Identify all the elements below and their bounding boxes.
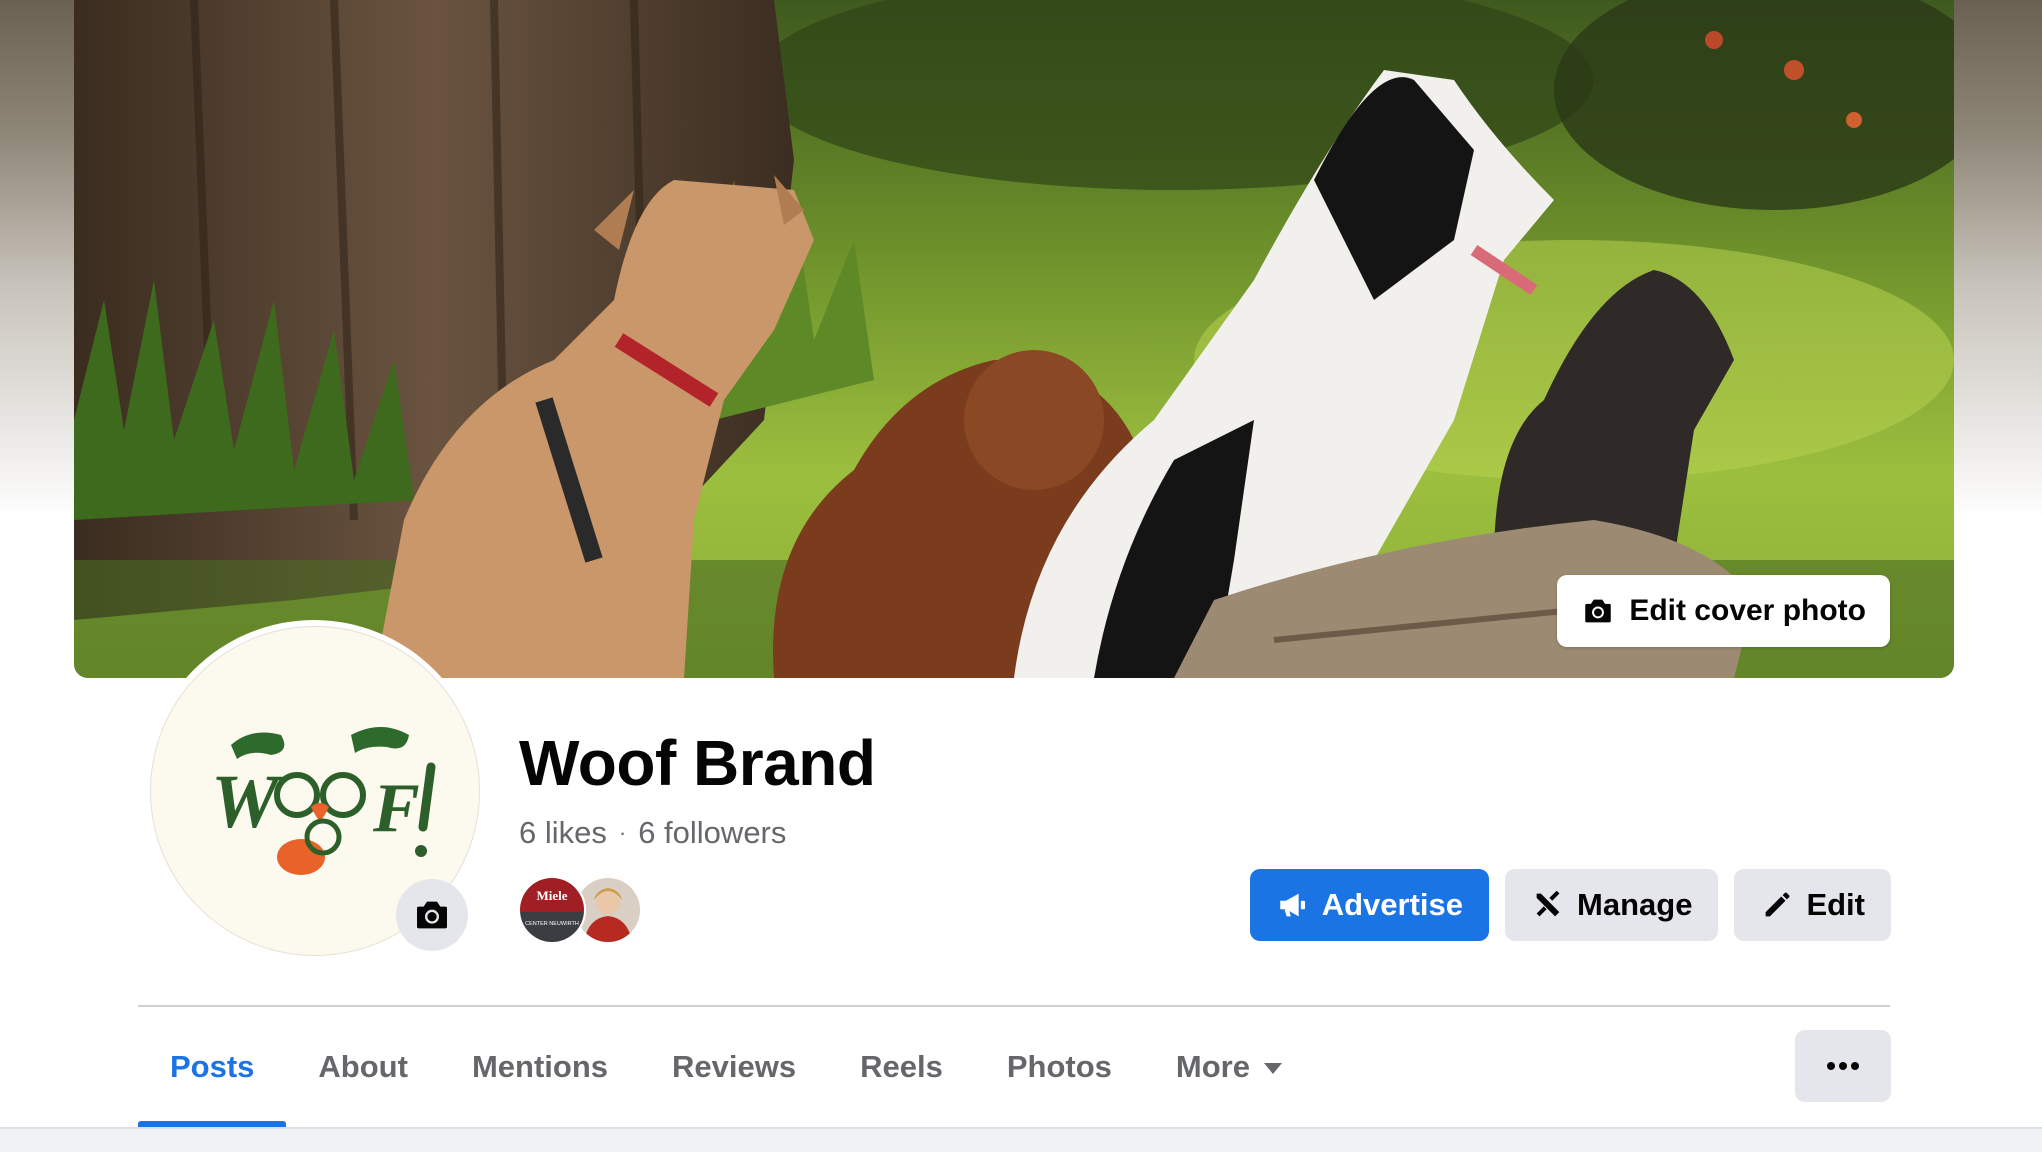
edit-cover-photo-label: Edit cover photo xyxy=(1629,594,1866,627)
miele-center-avatar[interactable]: Miele CENTER NEUWIRTH xyxy=(518,876,586,944)
pencil-icon xyxy=(1766,892,1790,917)
cover-photo[interactable]: Edit cover photo xyxy=(74,0,1954,678)
camera-icon xyxy=(1585,599,1612,623)
edit-cover-photo-button[interactable]: Edit cover photo xyxy=(1557,575,1890,647)
svg-text:W: W xyxy=(211,760,284,844)
camera-icon xyxy=(417,901,447,929)
feed-background xyxy=(0,1127,2042,1152)
page-stats: 6 likes · 6 followers xyxy=(519,815,786,851)
update-profile-picture-button[interactable] xyxy=(396,879,468,951)
tab-photos[interactable]: Photos xyxy=(975,1007,1144,1127)
manage-label: Manage xyxy=(1577,887,1693,922)
tab-label: About xyxy=(318,1049,408,1084)
follower-avatars[interactable]: Miele CENTER NEUWIRTH xyxy=(518,876,648,944)
tab-label: Posts xyxy=(170,1049,255,1084)
tab-about[interactable]: About xyxy=(286,1007,440,1127)
manage-button[interactable]: Manage xyxy=(1505,869,1719,941)
page-actions: Advertise Manage Edit xyxy=(1249,869,1891,941)
miele-logo-subtext: CENTER NEUWIRTH xyxy=(525,921,579,927)
page-title: Woof Brand xyxy=(519,727,876,799)
advertise-label: Advertise xyxy=(1321,887,1464,922)
miele-logo-text: Miele xyxy=(536,888,567,903)
page-tabs: Posts About Mentions Reviews Reels Photo… xyxy=(138,1007,1314,1127)
tab-label: Reels xyxy=(860,1049,943,1084)
stats-separator: · xyxy=(618,820,627,845)
tab-reviews[interactable]: Reviews xyxy=(640,1007,828,1127)
tab-more[interactable]: More xyxy=(1144,1007,1314,1127)
page: Edit cover photo W F Woof Brand 6 likes … xyxy=(0,0,2042,1152)
megaphone-icon xyxy=(1279,893,1305,917)
edit-label: Edit xyxy=(1806,887,1865,922)
tab-reels[interactable]: Reels xyxy=(828,1007,975,1127)
tab-mentions[interactable]: Mentions xyxy=(440,1007,640,1127)
tab-label: Mentions xyxy=(471,1049,609,1084)
tab-label: Reviews xyxy=(672,1049,797,1084)
tab-label: More xyxy=(1175,1049,1250,1084)
tab-posts[interactable]: Posts xyxy=(138,1007,287,1127)
more-options-button[interactable] xyxy=(1795,1030,1891,1102)
advertise-button[interactable]: Advertise xyxy=(1249,869,1490,941)
tools-icon xyxy=(1536,890,1560,917)
ellipsis-icon xyxy=(1827,1062,1859,1070)
caret-down-icon xyxy=(1263,1062,1282,1074)
svg-text:F: F xyxy=(372,770,420,847)
followers-link[interactable]: 6 followers xyxy=(638,815,786,851)
miele-logo: Miele CENTER NEUWIRTH xyxy=(520,878,584,942)
edit-button[interactable]: Edit xyxy=(1734,869,1891,941)
likes-link[interactable]: 6 likes xyxy=(519,815,607,851)
tab-label: Photos xyxy=(1006,1049,1112,1084)
